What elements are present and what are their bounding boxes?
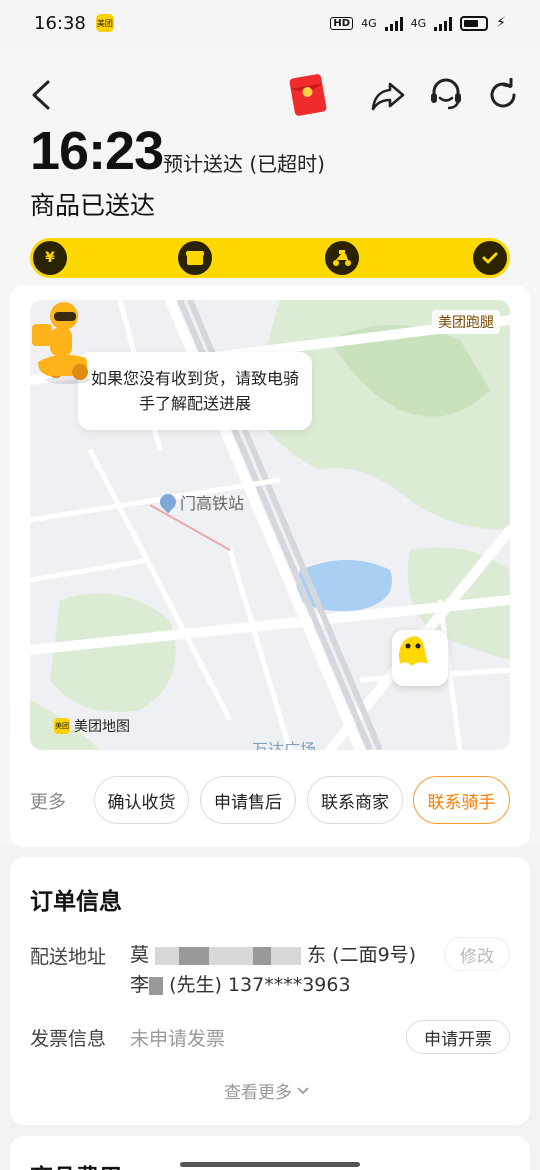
signal-icon-1 — [384, 15, 403, 31]
check-icon — [473, 241, 507, 275]
signal-icon-2 — [434, 15, 453, 31]
rider-icon[interactable] — [30, 300, 96, 386]
eta-time: 16:23 — [30, 121, 164, 181]
address-part-c: (二面9号) — [332, 944, 417, 966]
share-icon[interactable] — [370, 78, 406, 112]
contact-merchant-button[interactable]: 联系商家 — [307, 776, 403, 824]
hd-icon: HD — [330, 16, 354, 30]
address-line-2: 李 (先生) 137****3963 — [130, 970, 440, 1000]
home-indicator[interactable] — [180, 1162, 360, 1167]
address-line-1: 莫 东 (二面9号) — [130, 940, 440, 970]
delivery-map[interactable]: 路 美团跑腿 如果您没有收到货，请致电骑手了解配送进展 门高铁站 美团 美团地图… — [30, 300, 510, 750]
shop-icon — [178, 241, 212, 275]
station-label: 门高铁站 — [156, 490, 245, 514]
station-name: 门高铁站 — [180, 494, 245, 513]
status-bar: 16:38 美团 HD 4G 4G ⚡ — [0, 0, 540, 46]
network-label-1: 4G — [361, 16, 377, 30]
yuan-icon: ¥ — [33, 241, 67, 275]
delivery-progress-bar: ¥ — [30, 238, 510, 278]
refresh-icon[interactable] — [486, 78, 520, 112]
status-time: 16:38 — [34, 12, 86, 34]
order-info-title: 订单信息 — [30, 889, 122, 915]
contact-name: 李 — [130, 974, 150, 996]
chevron-down-icon — [297, 1086, 309, 1094]
meituan-app-icon: 美团 — [95, 14, 114, 32]
after-sale-button[interactable]: 申请售后 — [200, 776, 296, 824]
location-pin-icon — [156, 490, 180, 514]
customer-service-icon[interactable] — [428, 76, 464, 112]
delivery-tip: 如果您没有收到货，请致电骑手了解配送进展 — [78, 352, 312, 430]
brand-tag: 美团跑腿 — [432, 310, 500, 334]
contact-rider-button[interactable]: 联系骑手 — [413, 776, 510, 824]
scooter-icon — [325, 241, 359, 275]
red-packet-icon[interactable] — [288, 72, 328, 118]
view-more-button[interactable]: 查看更多 — [224, 1078, 310, 1103]
meituan-logo-icon: 美团 — [54, 718, 70, 734]
modify-address-button[interactable]: 修改 — [444, 937, 510, 971]
status-indicators: HD 4G 4G ⚡ — [330, 15, 506, 31]
confirm-receipt-button[interactable]: 确认收货 — [94, 776, 189, 824]
map-logo: 美团 美团地图 — [54, 716, 130, 736]
invoice-label: 发票信息 — [30, 1028, 107, 1050]
address-part-b: 东 — [307, 944, 327, 966]
map-logo-text: 美团地图 — [74, 719, 130, 735]
delivery-address: 莫 东 (二面9号) 李 (先生) 137****3963 — [130, 940, 440, 1000]
plaza-label: 万达广场 — [252, 740, 317, 750]
address-part-a: 莫 — [130, 944, 150, 966]
charging-icon: ⚡ — [496, 15, 506, 31]
network-label-2: 4G — [410, 16, 427, 30]
contact-phone: (先生) 137****3963 — [169, 974, 351, 996]
invoice-value: 未申请发票 — [130, 1028, 226, 1050]
battery-icon — [460, 15, 489, 31]
eta-description: 预计送达 (已超时) — [163, 152, 325, 176]
address-label: 配送地址 — [30, 946, 107, 968]
more-button[interactable]: 更多 — [30, 788, 66, 814]
delivery-status: 商品已送达 — [30, 191, 156, 220]
apply-invoice-button[interactable]: 申请开票 — [406, 1020, 510, 1054]
back-icon[interactable] — [28, 78, 56, 112]
view-more-label: 查看更多 — [224, 1083, 292, 1103]
goods-fee-title: 商品费用 — [30, 1158, 122, 1170]
destination-mascot-icon[interactable] — [392, 630, 448, 686]
